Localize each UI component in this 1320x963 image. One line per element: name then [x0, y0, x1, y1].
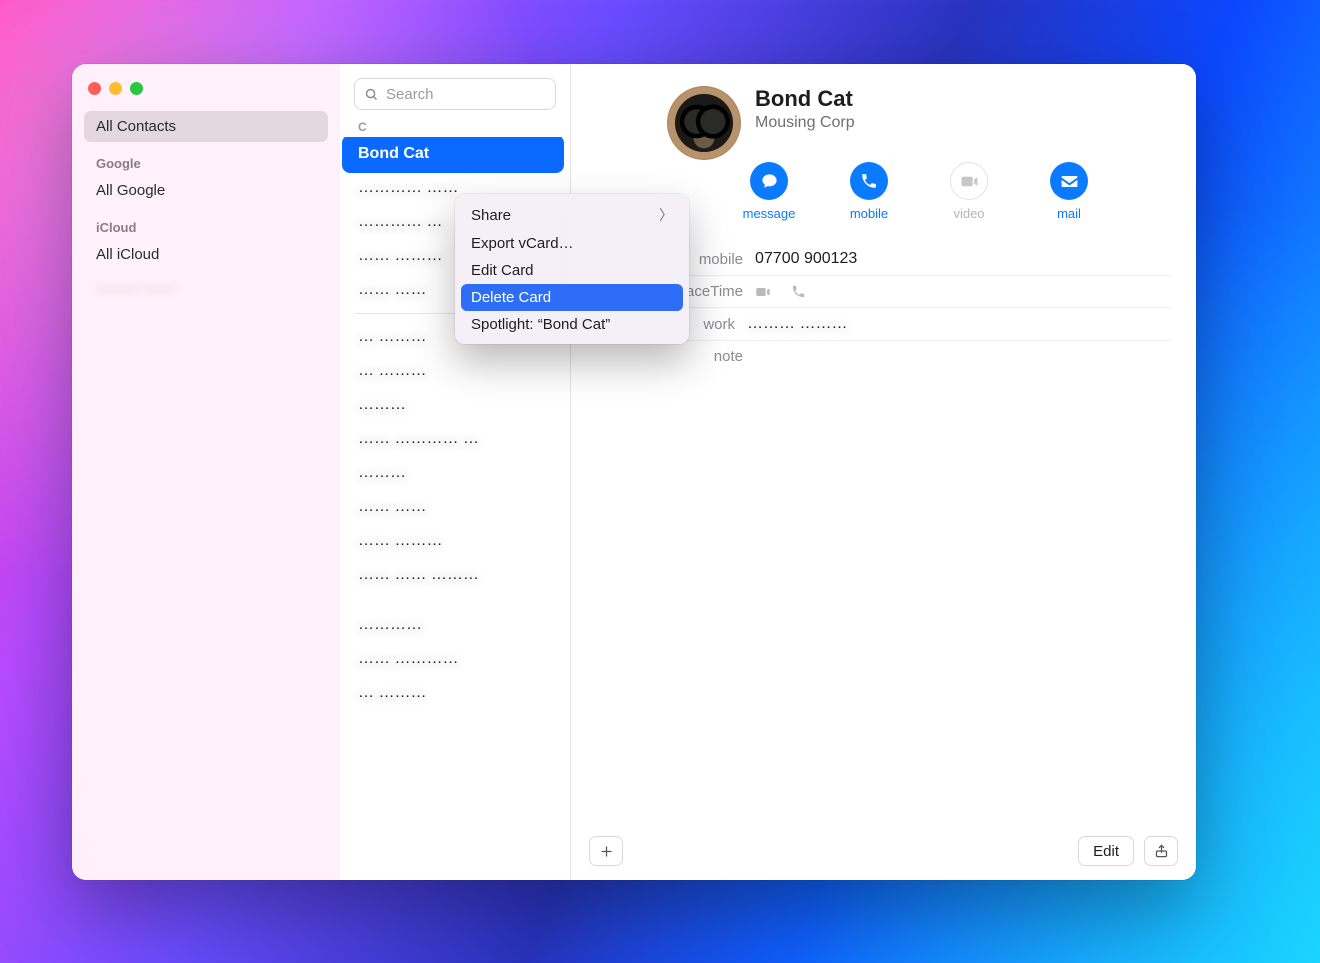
action-label: mobile [850, 206, 888, 221]
action-mobile[interactable]: mobile [843, 162, 895, 221]
menu-item-label: Edit Card [471, 262, 534, 279]
action-message[interactable]: message [743, 162, 795, 221]
menu-item-share[interactable]: Share 〉 [461, 200, 683, 230]
menu-item-label: Export vCard… [471, 235, 574, 252]
sidebar-item[interactable]: ……… …… [84, 270, 328, 301]
action-label: message [743, 206, 796, 221]
context-menu: Share 〉 Export vCard… Edit Card Delete C… [455, 194, 689, 344]
field-label: note [597, 348, 743, 365]
action-mail[interactable]: mail [1043, 162, 1095, 221]
menu-item-spotlight[interactable]: Spotlight: “Bond Cat” [461, 311, 683, 338]
video-icon [755, 284, 771, 300]
field-value: 07700 900123 [755, 250, 857, 268]
menu-item-label: Delete Card [471, 289, 551, 306]
contact-company: Mousing Corp [755, 114, 855, 132]
sidebar-group-header: iCloud [84, 206, 328, 239]
contact-list-column: C Bond Cat ………… …… ………… … …… ……… …… …… …… [340, 64, 571, 880]
search-input[interactable] [386, 86, 585, 103]
sidebar-item-all-icloud[interactable]: All iCloud [84, 239, 328, 270]
menu-item-label: Spotlight: “Bond Cat” [471, 316, 610, 333]
close-window-button[interactable] [88, 82, 101, 95]
list-item[interactable]: …… ……… [344, 524, 566, 558]
list-item[interactable]: … ……… [344, 354, 566, 388]
message-icon [750, 162, 788, 200]
action-video: video [943, 162, 995, 221]
avatar [667, 86, 741, 160]
list-item[interactable]: ………… [344, 608, 566, 642]
field-note[interactable]: note [597, 340, 1170, 372]
list-item[interactable]: …… ………… [344, 642, 566, 676]
contacts-window: All Contacts Google All Google iCloud Al… [72, 64, 1196, 880]
minimize-window-button[interactable] [109, 82, 122, 95]
action-label: mail [1057, 206, 1081, 221]
phone-icon [850, 162, 888, 200]
field-value: ……… ……… [747, 315, 847, 333]
list-gap [344, 592, 566, 608]
contact-name: Bond Cat [755, 86, 855, 112]
sidebar-item-all-google[interactable]: All Google [84, 175, 328, 206]
action-label: video [953, 206, 984, 221]
share-icon [1154, 843, 1169, 859]
list-item[interactable]: …… ………… … [344, 422, 566, 456]
menu-item-label: Share [471, 207, 511, 224]
list-item[interactable]: … ……… [344, 676, 566, 710]
list-item[interactable]: ……… [344, 388, 566, 422]
video-icon [950, 162, 988, 200]
sidebar: All Contacts Google All Google iCloud Al… [72, 64, 340, 880]
share-button[interactable] [1144, 836, 1178, 866]
menu-item-export-vcard[interactable]: Export vCard… [461, 230, 683, 257]
card-footer: Edit [571, 822, 1196, 880]
plus-icon [599, 844, 614, 859]
list-item-selected[interactable]: Bond Cat [344, 137, 562, 171]
search-icon [364, 87, 379, 102]
list-item[interactable]: …… …… [344, 490, 566, 524]
zoom-window-button[interactable] [130, 82, 143, 95]
edit-button[interactable]: Edit [1078, 836, 1134, 866]
search-field[interactable] [354, 78, 556, 110]
contact-card: Bond Cat Mousing Corp message mobile [571, 64, 1196, 880]
list-section-letter: C [340, 118, 570, 137]
mail-icon [1050, 162, 1088, 200]
chevron-right-icon: 〉 [659, 205, 673, 225]
window-controls [84, 82, 328, 111]
menu-item-delete-card[interactable]: Delete Card [461, 284, 683, 311]
sidebar-group-header: Google [84, 142, 328, 175]
add-contact-button[interactable] [589, 836, 623, 866]
sidebar-item-all-contacts[interactable]: All Contacts [84, 111, 328, 142]
menu-item-edit-card[interactable]: Edit Card [461, 257, 683, 284]
phone-icon [791, 284, 807, 300]
list-item[interactable]: …… …… ……… [344, 558, 566, 592]
list-item[interactable]: ……… [344, 456, 566, 490]
